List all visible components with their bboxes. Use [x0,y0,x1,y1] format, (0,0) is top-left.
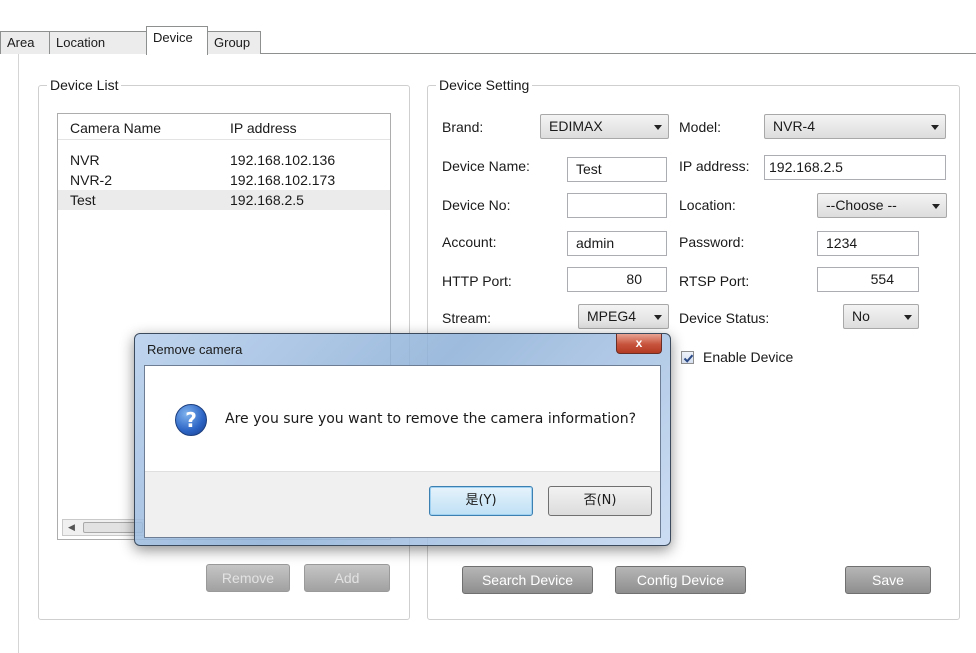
brand-value: EDIMAX [549,118,603,134]
location-value: --Choose -- [826,197,897,213]
http-port-label: HTTP Port: [442,273,512,289]
tab-panel-border [18,54,19,653]
device-no-field[interactable] [567,193,667,218]
table-row[interactable]: NVR 192.168.102.136 [58,150,390,170]
model-value: NVR-4 [773,118,816,134]
device-no-label: Device No: [442,197,511,213]
table-row[interactable]: NVR-2 192.168.102.173 [58,170,390,190]
enable-device-label[interactable]: Enable Device [703,348,793,366]
device-name-label: Device Name: [442,158,530,174]
location-select[interactable]: --Choose -- [817,193,947,218]
row-camera-name: Test [70,192,96,208]
tab-location[interactable]: Location [49,31,147,54]
ip-address-field[interactable]: 192.168.2.5 [764,155,946,180]
account-field[interactable]: admin [567,231,667,256]
model-select[interactable]: NVR-4 [764,114,946,139]
brand-select[interactable]: EDIMAX [540,114,669,139]
device-setting-title: Device Setting [436,77,533,93]
http-port-field[interactable]: 80 [567,267,667,292]
device-status-select[interactable]: No [843,304,919,329]
row-camera-name: NVR-2 [70,172,113,188]
yes-button[interactable]: 是(Y) [429,486,533,516]
save-button[interactable]: Save [845,566,931,594]
chevron-down-icon [654,125,662,130]
model-label: Model: [679,119,722,135]
table-row-selected[interactable]: Test 192.168.2.5 [58,190,390,210]
rtsp-port-field[interactable]: 554 [817,267,919,292]
scroll-left-icon[interactable]: ◀ [63,520,80,535]
enable-device-checkbox[interactable] [681,351,694,364]
device-name-field[interactable]: Test [567,157,667,182]
config-device-button[interactable]: Config Device [615,566,746,594]
account-label: Account: [442,234,497,250]
row-ip-address: 192.168.102.136 [230,152,336,168]
column-camera-name[interactable]: Camera Name [70,120,161,136]
chevron-down-icon [931,125,939,130]
stream-value: MPEG4 [587,308,637,324]
device-status-label: Device Status: [679,310,770,326]
stream-label: Stream: [442,310,492,326]
add-button[interactable]: Add [304,564,390,592]
device-status-value: No [852,308,870,324]
check-icon [683,354,694,363]
stream-select[interactable]: MPEG4 [578,304,669,329]
dialog-title: Remove camera [147,342,243,357]
chevron-down-icon [932,204,940,209]
column-ip-address[interactable]: IP address [230,120,297,136]
dialog-message: Are you sure you want to remove the came… [225,411,637,427]
tab-device[interactable]: Device [146,26,208,55]
close-icon[interactable]: x [616,334,662,354]
tab-area[interactable]: Area [0,31,50,54]
tab-group[interactable]: Group [207,31,261,54]
location-label: Location: [679,197,736,213]
dialog-body: ? Are you sure you want to remove the ca… [144,365,661,538]
brand-label: Brand: [442,119,484,135]
row-ip-address: 192.168.2.5 [230,192,304,208]
password-field[interactable]: 1234 [817,231,919,256]
remove-camera-dialog: Remove camera x ? Are you sure you want … [134,333,671,546]
list-header: Camera Name IP address [58,114,390,140]
question-icon: ? [175,404,207,436]
remove-button[interactable]: Remove [206,564,290,592]
search-device-button[interactable]: Search Device [462,566,593,594]
ip-address-label: IP address: [679,158,750,174]
row-camera-name: NVR [70,152,100,168]
chevron-down-icon [654,315,662,320]
dialog-footer: 是(Y) 否(N) [145,471,660,537]
no-button[interactable]: 否(N) [548,486,652,516]
chevron-down-icon [904,315,912,320]
device-list-title: Device List [47,77,122,93]
password-label: Password: [679,234,745,250]
rtsp-port-label: RTSP Port: [679,273,750,289]
row-ip-address: 192.168.102.173 [230,172,336,188]
